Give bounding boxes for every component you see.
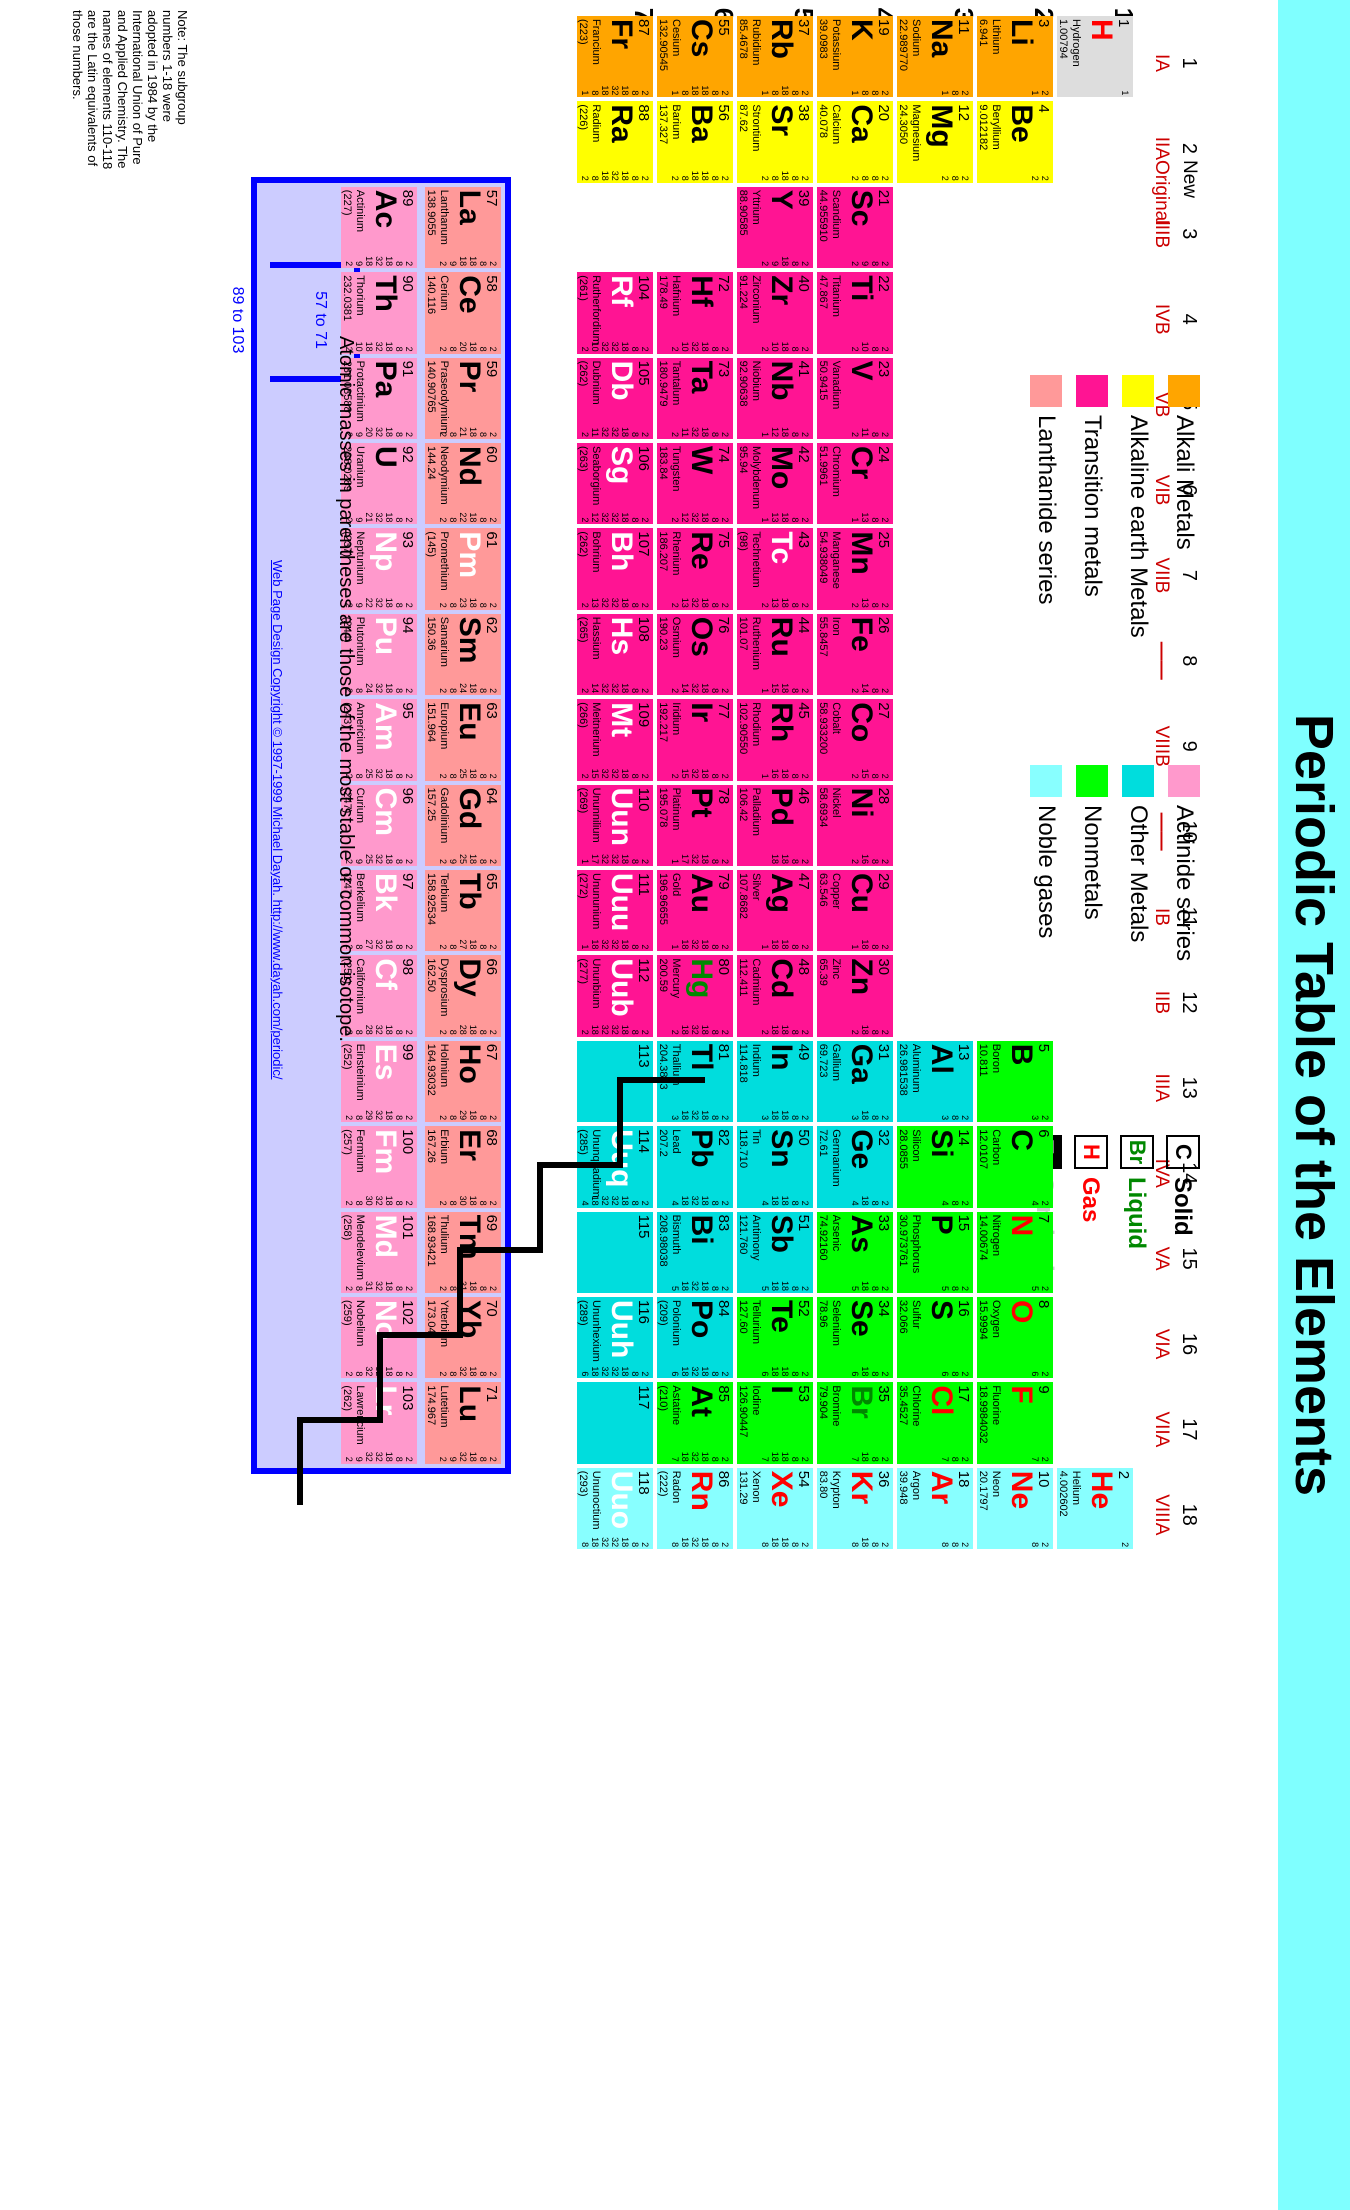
staircase-line — [297, 1077, 705, 1505]
table-canvas: Periodic Table of the Elements New Origi… — [0, 0, 1350, 2210]
metal-nonmetal-staircase — [297, 1077, 705, 1505]
